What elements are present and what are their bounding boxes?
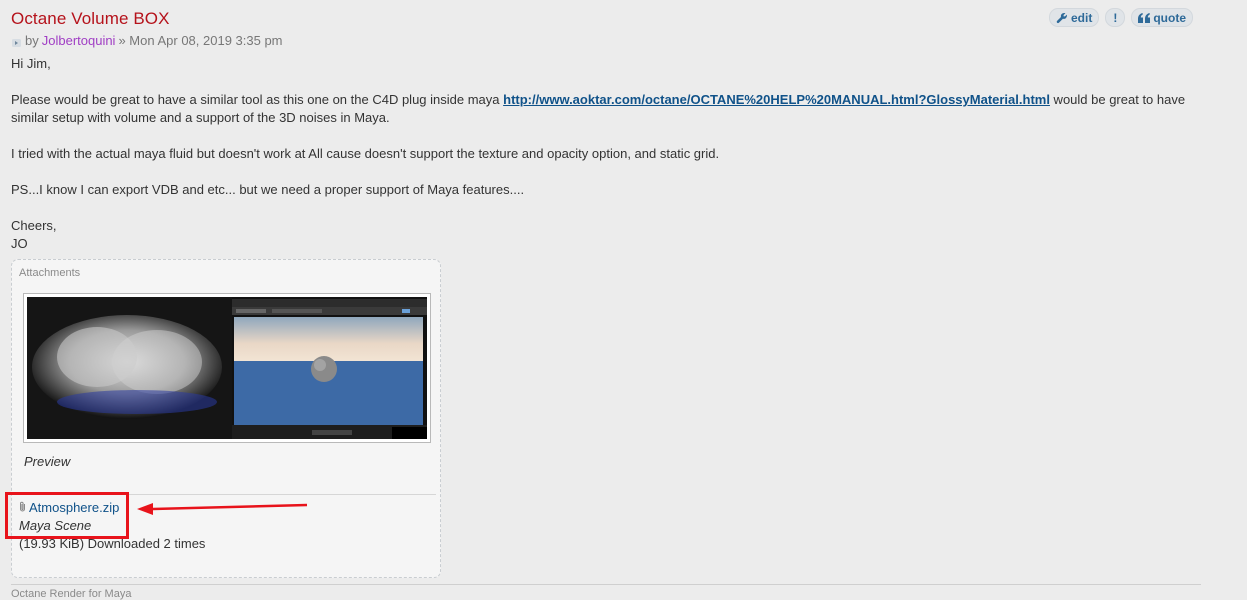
post-greeting: Hi Jim, (11, 56, 51, 71)
quote-button-label: quote (1153, 10, 1187, 25)
post-date: » Mon Apr 08, 2019 3:35 pm (118, 33, 283, 48)
wrench-icon (1056, 12, 1068, 24)
post-author-line: by Jolbertoquini » Mon Apr 08, 2019 3:35… (12, 33, 283, 48)
footer-partial-text: Octane Render for Maya (11, 588, 132, 600)
quote-icon (1138, 12, 1151, 23)
post-buttons: edit ! quote (1049, 8, 1194, 27)
post-link[interactable]: http://www.aoktar.com/octane/OCTANE%20HE… (503, 92, 1050, 107)
post-signoff: Cheers, (11, 218, 57, 233)
attachments-title: Attachments (19, 267, 81, 279)
annotation-arrow (135, 497, 310, 522)
post-title[interactable]: Octane Volume BOX (11, 9, 170, 29)
post-paragraph-3: PS...I know I can export VDB and etc... … (11, 182, 525, 197)
quote-button[interactable]: quote (1131, 8, 1194, 27)
post-paragraph-2: I tried with the actual maya fluid but d… (11, 146, 720, 161)
attachment-image-caption: Preview (24, 454, 71, 469)
edit-button-label: edit (1071, 10, 1093, 25)
report-button[interactable]: ! (1105, 8, 1126, 27)
post-arrow-icon[interactable] (12, 36, 22, 47)
attachment-image[interactable] (23, 293, 431, 443)
author-username[interactable]: Jolbertoquini (42, 33, 116, 48)
report-button-label: ! (1113, 10, 1118, 25)
post-content: Hi Jim, Please would be great to have a … (11, 55, 1201, 253)
forum-post: Octane Volume BOX edit ! quote by Jolber… (0, 0, 1220, 600)
post-signature: JO (11, 236, 28, 251)
post-bottom-divider (11, 584, 1201, 585)
post-paragraph-1: Please would be great to have a similar … (11, 92, 1186, 125)
annotation-highlight-box (5, 492, 129, 539)
author-prefix: by (25, 33, 39, 48)
edit-button[interactable]: edit (1049, 8, 1100, 27)
